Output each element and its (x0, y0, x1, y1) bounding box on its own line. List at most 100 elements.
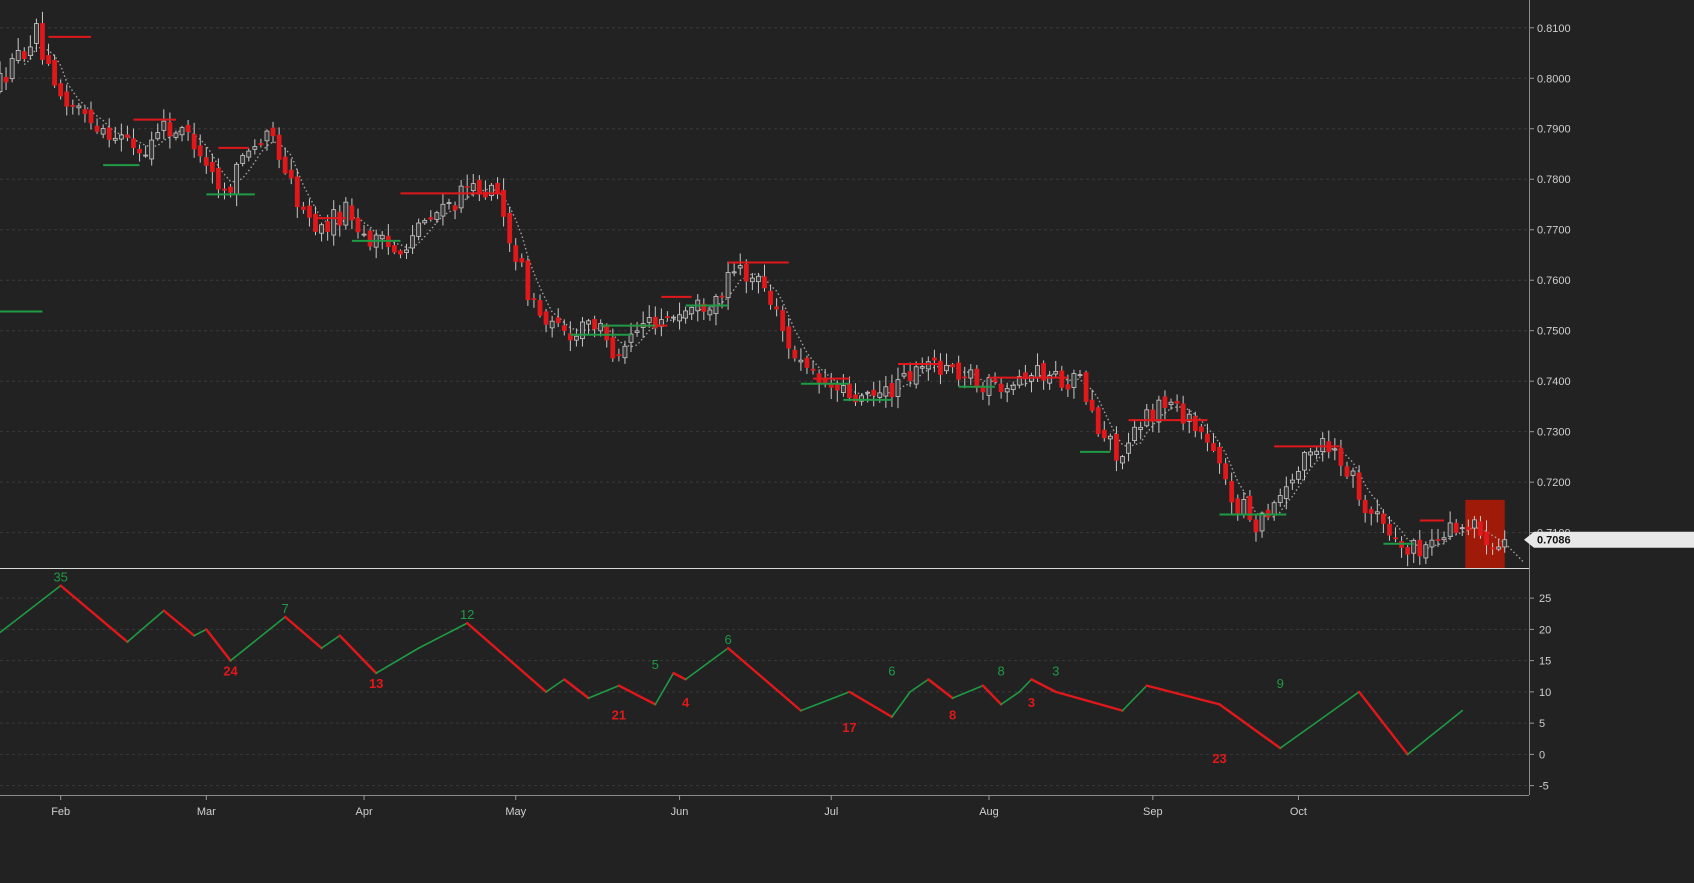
month-label: Mar (197, 806, 216, 818)
candle-body (82, 109, 88, 115)
candle-body (155, 132, 161, 140)
candle-body (476, 180, 482, 195)
candle-body (1320, 438, 1326, 453)
candle-body (1065, 384, 1071, 390)
zigzag-count-label: 6 (724, 632, 731, 647)
price-tick-label: 0.7600 (1537, 275, 1571, 287)
candle-body (1405, 547, 1411, 555)
candle-body (216, 168, 221, 190)
candle-body (616, 354, 622, 357)
zigzag-count-label: 24 (223, 664, 238, 679)
candle-body (549, 320, 555, 329)
candle-body (1478, 521, 1483, 536)
candle-body (58, 83, 64, 97)
zigzag-count-label: 17 (842, 720, 856, 735)
price-tick-label: 0.7700 (1537, 225, 1571, 237)
candle-body (968, 369, 974, 379)
candle-body (173, 132, 179, 138)
candle-body (209, 161, 215, 173)
candle-body (143, 154, 149, 157)
zigzag-count-label: 5 (652, 657, 659, 672)
candle-body (1314, 450, 1320, 455)
candle-body (446, 202, 452, 205)
candle-body (737, 265, 743, 269)
candle-body (1235, 498, 1241, 514)
candle-body (404, 249, 409, 253)
candle-body (574, 335, 579, 341)
month-label: Jun (671, 806, 689, 818)
candle-body (1423, 544, 1429, 559)
candle-body (307, 205, 312, 218)
candle (343, 197, 349, 230)
candle-body (840, 385, 846, 394)
zigzag-count-label: 6 (888, 663, 895, 678)
candle-body (671, 316, 676, 319)
candle-body (1368, 509, 1374, 514)
candle-body (1223, 463, 1229, 480)
candle-body (586, 320, 591, 325)
zigzag-tick-label: 5 (1539, 718, 1545, 730)
candle-body (149, 139, 155, 160)
zigzag-count-label: 4 (682, 695, 690, 710)
candle-body (786, 326, 792, 349)
candle-body (1435, 539, 1441, 541)
candle-body (925, 361, 931, 370)
price-chart[interactable]: 352471312215461768833239 0.71000.72000.7… (0, 0, 1694, 883)
candle-body (1247, 495, 1253, 520)
candle-body (580, 321, 585, 340)
candle-body (131, 138, 136, 148)
candle-body (1162, 396, 1168, 408)
candle-body (1089, 399, 1095, 411)
candle-body (106, 127, 112, 140)
price-tick-label: 0.7900 (1537, 124, 1571, 136)
candle-body (1205, 433, 1210, 443)
candle-body (561, 325, 567, 332)
candle-body (88, 109, 94, 124)
candle-body (1198, 426, 1204, 433)
candle-body (622, 345, 628, 359)
candle-body (1095, 407, 1101, 434)
candle-body (361, 233, 367, 236)
candle-body (1271, 502, 1277, 515)
candle-body (276, 134, 282, 160)
candle-body (919, 366, 925, 369)
candle-body (913, 366, 919, 385)
candle-body (27, 46, 33, 57)
month-label: Jul (824, 806, 838, 818)
price-tick-label: 0.7400 (1537, 376, 1571, 388)
candle-body (1393, 537, 1398, 540)
candle-body (191, 133, 197, 150)
candle-body (810, 368, 816, 371)
candle-body (731, 271, 737, 274)
candle-body (9, 58, 15, 80)
candle-body (1496, 546, 1502, 550)
candle-body (1302, 451, 1307, 471)
candle-body (847, 383, 852, 399)
candle-body (931, 357, 937, 361)
candle-body (137, 148, 142, 154)
candle-body (604, 324, 610, 341)
candle-body (1350, 470, 1356, 476)
candle-body (1192, 416, 1198, 432)
candle-body (331, 209, 337, 236)
candle-body (391, 245, 397, 253)
candle-body (1174, 400, 1180, 404)
candle-body (458, 185, 464, 209)
candle-body (252, 146, 258, 150)
candle-body (1344, 466, 1350, 477)
candle-body (355, 217, 361, 233)
candle-body (877, 392, 883, 398)
candle-body (1059, 370, 1065, 388)
month-label: Sep (1143, 806, 1163, 818)
candle-body (1217, 446, 1222, 464)
candle-body (100, 128, 106, 135)
candle-body (1296, 471, 1301, 480)
candle-body (683, 310, 689, 319)
candle-body (719, 295, 725, 298)
candle-body (46, 55, 51, 65)
candle-body (537, 300, 543, 316)
price-tick-label: 0.7800 (1537, 174, 1571, 186)
zigzag-count-label: 8 (998, 663, 1005, 678)
zigzag-count-label: 9 (1277, 676, 1284, 691)
candle-body (222, 188, 227, 191)
